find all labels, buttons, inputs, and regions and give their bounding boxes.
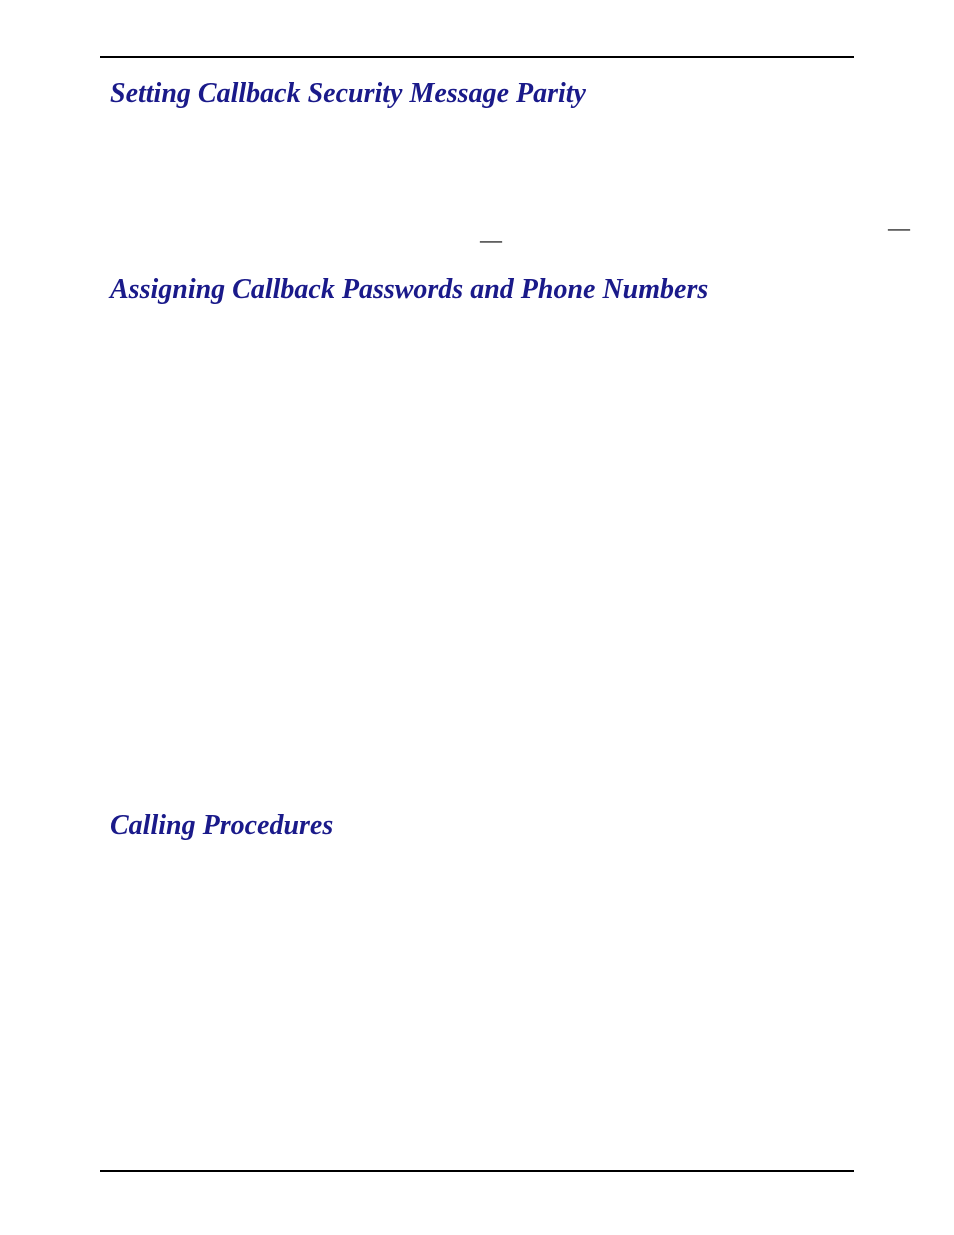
heading-calling-procedures: Calling Procedures: [110, 810, 844, 842]
gap: [110, 330, 844, 400]
gap: [110, 470, 844, 540]
gap: [110, 540, 844, 610]
page-content: Setting Callback Security Message Parity…: [110, 0, 844, 843]
dash-mark-1: —: [480, 229, 502, 251]
bottom-rule: [100, 1170, 854, 1172]
dash-mark-2: —: [888, 217, 910, 239]
gap: [110, 400, 844, 470]
gap: [110, 610, 844, 680]
heading-parity: Setting Callback Security Message Parity: [110, 78, 844, 110]
gap: [110, 680, 844, 750]
document-page: Setting Callback Security Message Parity…: [0, 0, 954, 1235]
heading-passwords: Assigning Callback Passwords and Phone N…: [110, 274, 844, 306]
gap: [110, 750, 844, 810]
gap: [110, 134, 844, 204]
gap: [110, 204, 844, 274]
